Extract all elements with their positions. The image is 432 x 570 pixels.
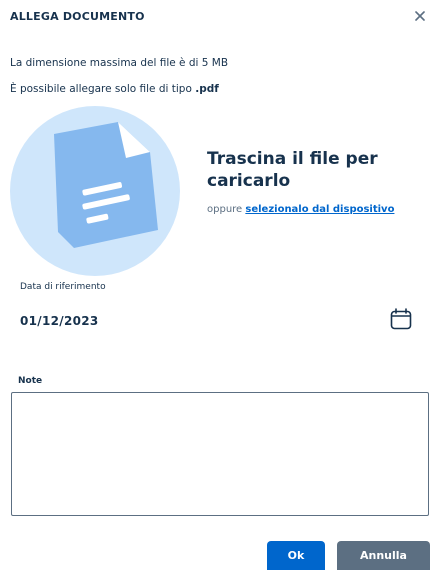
select-from-device-link[interactable]: selezionalo dal dispositivo: [245, 204, 394, 215]
ok-button[interactable]: Ok: [267, 541, 325, 570]
attach-document-dialog: ALLEGA DOCUMENTO La dimensione massima d…: [0, 0, 432, 570]
note-textarea[interactable]: [11, 392, 429, 516]
reference-date-input[interactable]: 01/12/2023: [20, 314, 99, 328]
close-button[interactable]: [412, 8, 428, 24]
calendar-icon: [390, 308, 412, 330]
max-size-info: La dimensione massima del file è di 5 MB: [10, 57, 229, 69]
file-type-prefix: È possibile allegare solo file di tipo: [10, 83, 196, 95]
drop-zone-subtitle: oppure selezionalo dal dispositivo: [207, 204, 394, 215]
close-icon: [415, 11, 425, 21]
document-icon: [54, 122, 158, 248]
drop-zone-title: Trascina il file per caricarlo: [207, 149, 378, 191]
cancel-button[interactable]: Annulla: [337, 541, 430, 570]
file-drop-zone[interactable]: Trascina il file per caricarlo oppure se…: [10, 106, 422, 286]
note-label: Note: [18, 376, 43, 386]
calendar-button[interactable]: [389, 307, 413, 331]
dialog-title: ALLEGA DOCUMENTO: [10, 10, 145, 23]
file-type-extension: .pdf: [195, 83, 219, 95]
file-type-info: È possibile allegare solo file di tipo .…: [10, 83, 219, 95]
reference-date-label: Data di riferimento: [20, 282, 106, 292]
drop-zone-alt-prefix: oppure: [207, 204, 246, 215]
